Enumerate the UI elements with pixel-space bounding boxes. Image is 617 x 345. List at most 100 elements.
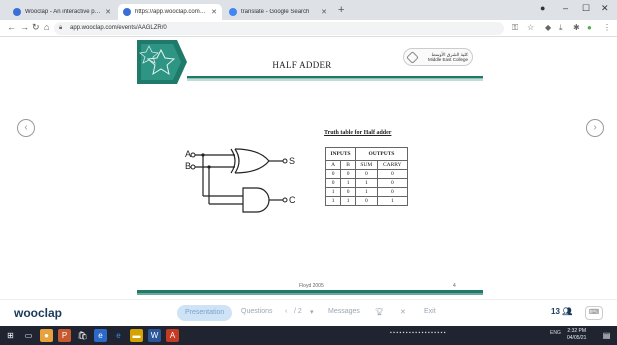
table-row: 0 1 1 0 — [324, 178, 409, 188]
table-cell: 1 — [324, 187, 342, 197]
windows-taskbar: ⊞ ▭ ● P 🛍︎ e e ▬ W A ▪ ▪ ▪ ▪ ▪ ▪ ▪ ▪ ▪ ▪… — [0, 326, 617, 345]
table-cell: 0 — [355, 169, 378, 179]
reload-icon[interactable]: ↻ — [32, 22, 40, 33]
previous-question-icon[interactable]: ‹ — [285, 308, 287, 315]
clock-time: 2:32 PM — [567, 328, 587, 334]
clock-date: 04/05/21 — [567, 335, 587, 341]
browser-tab-strip: Wooclap - An interactive platfo ✕ https:… — [0, 0, 617, 20]
tab-title: Wooclap - An interactive platfo — [25, 9, 102, 15]
slide-footer-bar — [137, 290, 483, 295]
close-tab-icon[interactable]: ✕ — [211, 8, 217, 16]
explorer-app-icon[interactable]: ▬ — [130, 329, 143, 342]
table-cell: 0 — [340, 187, 356, 197]
presentation-stage: ‹ › HALF ADDER كلية الشرق الأوسط Middle … — [0, 37, 617, 295]
logo-english-text: Middle East College — [427, 57, 468, 62]
taskbar-clock[interactable]: 2:32 PM 04/05/21 — [567, 328, 586, 342]
table-column-header: A — [324, 160, 342, 170]
input-a-label: A — [185, 149, 192, 159]
tab-event[interactable]: https://app.wooclap.com/event ✕ — [118, 4, 222, 20]
participants-number: 13 — [551, 307, 560, 316]
college-logo-icon — [406, 50, 419, 64]
windows-start-icon[interactable]: ⊞ — [4, 329, 17, 342]
presentation-button[interactable]: Presentation — [177, 305, 233, 321]
puzzle-icon[interactable]: ✱ — [573, 23, 580, 32]
keyboard-icon[interactable]: ⌨︎ — [585, 306, 603, 320]
language-indicator[interactable]: ENG — [550, 330, 561, 336]
key-icon[interactable]: ⚿ — [512, 23, 518, 33]
task-view-icon[interactable]: ▭ — [22, 329, 35, 342]
forward-icon[interactable]: → — [20, 22, 29, 32]
tab-wooclap[interactable]: Wooclap - An interactive platfo ✕ — [8, 4, 116, 20]
table-cell: 1 — [355, 187, 378, 197]
trophy-icon[interactable]: 🏆︎ — [375, 308, 384, 316]
home-icon[interactable]: ⌂ — [44, 22, 49, 32]
lock-icon: 🔒︎ — [59, 25, 63, 31]
table-cell: 0 — [324, 178, 342, 188]
table-cell: 1 — [355, 178, 378, 188]
table-cell: 0 — [376, 187, 409, 197]
close-tab-icon[interactable]: ✕ — [321, 8, 327, 16]
table-cell: 0 — [340, 169, 356, 179]
menu-icon[interactable]: ⋮ — [603, 23, 611, 32]
ie-app-icon[interactable]: e — [112, 329, 125, 342]
back-icon[interactable]: ← — [7, 22, 16, 32]
close-tab-icon[interactable]: ✕ — [105, 8, 111, 16]
people-icon: 👥︎ — [562, 307, 573, 316]
truth-table: INPUTS OUTPUTS A B SUM CARRY 0 0 0 0 0 1… — [324, 147, 409, 206]
notifications-icon[interactable]: ▤ — [600, 329, 613, 342]
pager-dropdown-icon[interactable]: ▾ — [310, 308, 314, 316]
table-cell: 1 — [340, 178, 356, 188]
previous-slide-button[interactable]: ‹ — [17, 119, 35, 137]
collapse-icon[interactable]: ✕ — [400, 308, 406, 316]
table-cell: 0 — [355, 196, 378, 206]
table-group-header: INPUTS — [325, 147, 356, 161]
table-column-header: SUM — [355, 160, 378, 170]
pdf-app-icon[interactable]: A — [166, 329, 179, 342]
url-text: app.wooclap.com/events/AAGLZR/0 — [70, 25, 167, 31]
maximize-icon[interactable]: ☐ — [582, 3, 590, 14]
table-group-header: OUTPUTS — [355, 147, 408, 161]
chrome-app-icon[interactable]: ● — [40, 329, 53, 342]
tab-title: https://app.wooclap.com/event — [135, 9, 207, 15]
pager-text: / 2 — [294, 308, 302, 315]
profile-icon[interactable]: ● — [540, 3, 545, 13]
college-logo: كلية الشرق الأوسط Middle East College — [403, 48, 473, 66]
address-bar[interactable]: 🔒︎ app.wooclap.com/events/AAGLZR/0 — [54, 22, 504, 35]
tab-title: translate - Google Search — [241, 9, 310, 15]
google-favicon-icon — [229, 8, 237, 16]
close-window-icon[interactable]: ✕ — [601, 3, 609, 14]
word-app-icon[interactable]: W — [148, 329, 161, 342]
star-icon[interactable]: ☆ — [527, 23, 534, 32]
table-cell: 1 — [324, 196, 342, 206]
table-row: 0 0 0 0 — [324, 169, 409, 179]
browser-toolbar: ← → ↻ ⌂ 🔒︎ app.wooclap.com/events/AAGLZR… — [0, 20, 617, 37]
input-b-label: B — [185, 161, 192, 171]
wooclap-favicon-icon — [13, 8, 21, 16]
system-tray-icons[interactable]: ▪ ▪ ▪ ▪ ▪ ▪ ▪ ▪ ▪ ▪ ▪ ▪ ▪ ▪ ▪ ▪ ▪ ▪ — [390, 330, 446, 336]
table-cell: 1 — [376, 196, 409, 206]
exit-button[interactable]: Exit — [424, 308, 436, 315]
slide-number: 4 — [453, 283, 456, 289]
table-row: 1 1 0 1 — [324, 196, 409, 206]
output-c-label: C — [289, 195, 296, 205]
messages-button[interactable]: Messages — [328, 308, 360, 315]
table-cell: 1 — [340, 196, 356, 206]
tab-google[interactable]: translate - Google Search ✕ — [224, 4, 332, 20]
profile-avatar-icon[interactable]: ● — [587, 23, 592, 32]
wooclap-logo: wooclap — [14, 306, 63, 320]
store-app-icon[interactable]: 🛍︎ — [76, 329, 89, 342]
wooclap-favicon-icon — [123, 8, 131, 16]
questions-button[interactable]: Questions — [241, 308, 273, 315]
powerpoint-app-icon[interactable]: P — [58, 329, 71, 342]
new-tab-icon[interactable]: + — [338, 4, 344, 16]
edge-app-icon[interactable]: e — [94, 329, 107, 342]
output-s-label: S — [289, 156, 296, 166]
slide-title: HALF ADDER — [272, 60, 332, 70]
slide: HALF ADDER كلية الشرق الأوسط Middle East… — [137, 40, 483, 295]
extension-icon[interactable]: ◆ — [545, 23, 551, 32]
participants-count: 13 👥︎ — [551, 307, 572, 316]
next-slide-button[interactable]: › — [586, 119, 604, 137]
table-cell: 0 — [376, 178, 409, 188]
minimize-icon[interactable]: – — [563, 3, 568, 13]
download-icon[interactable]: ⤓ — [559, 23, 563, 33]
